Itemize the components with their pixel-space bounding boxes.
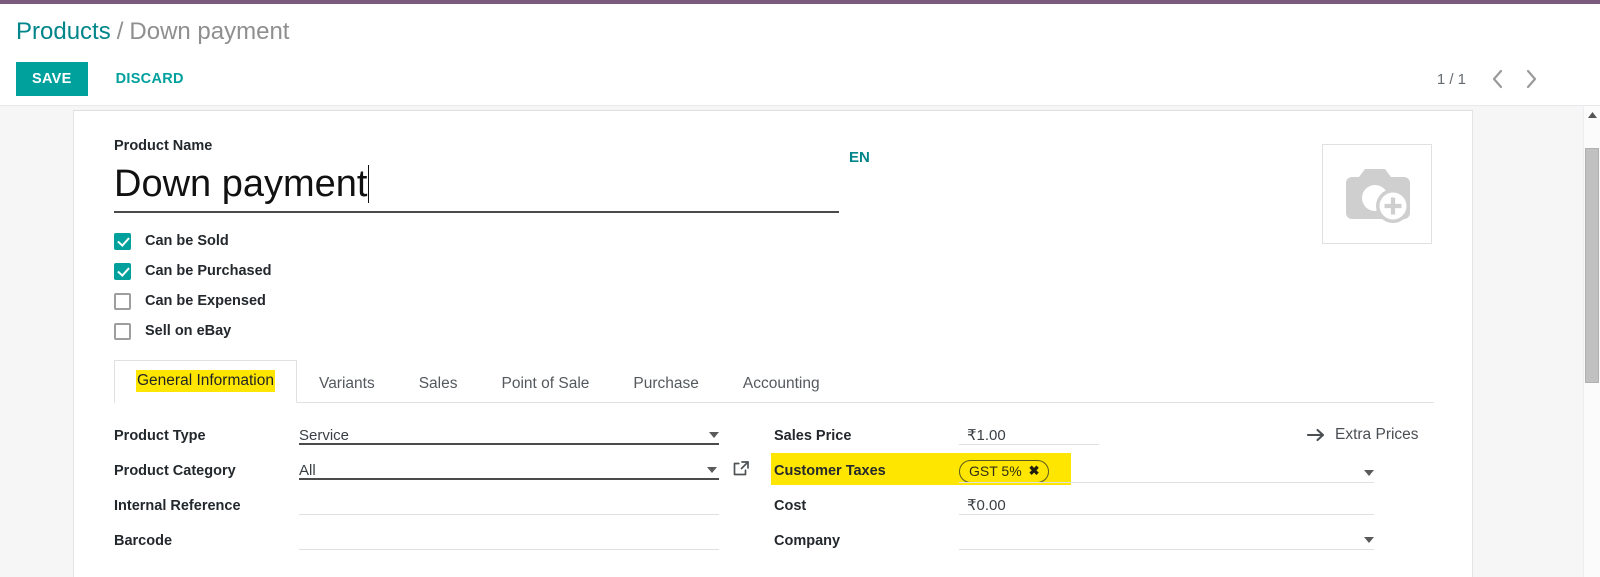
breadcrumb-root-link[interactable]: Products [16, 18, 111, 45]
field-row-company: Company [774, 526, 1434, 561]
external-link-icon[interactable] [733, 460, 750, 477]
field-label-company: Company [774, 533, 841, 549]
checkbox-label-can-be-expensed: Can be Expensed [145, 293, 266, 309]
checkbox-sell-on-ebay[interactable] [114, 322, 131, 340]
tab-accounting[interactable]: Accounting [721, 365, 842, 403]
text-caret [368, 165, 370, 203]
chevron-down-icon-product-type[interactable] [709, 432, 719, 438]
field-row-customer-taxes: Customer Taxes GST 5% ✖ [771, 453, 1434, 491]
close-icon[interactable]: ✖ [1029, 462, 1040, 480]
form-column-right: Sales Price ₹1.00 Extra Prices Customer … [771, 421, 1434, 561]
checkbox-row-can-be-expensed[interactable]: Can be Expensed [114, 286, 1432, 316]
checkbox-can-be-purchased[interactable] [114, 262, 131, 280]
tab-general-information[interactable]: General Information [114, 360, 297, 403]
record-pager: 1 / 1 [1437, 64, 1546, 94]
save-button[interactable]: SAVE [16, 62, 88, 96]
chevron-left-icon[interactable] [1482, 64, 1512, 94]
tag-label-gst-5: GST 5% [969, 463, 1022, 479]
field-value-sales-price[interactable]: ₹1.00 Extra Prices [959, 421, 1434, 447]
discard-button[interactable]: DISCARD [102, 62, 198, 96]
field-label-product-type: Product Type [114, 428, 206, 444]
field-value-cost[interactable]: ₹0.00 [959, 491, 1434, 517]
checkbox-label-can-be-purchased: Can be Purchased [145, 263, 272, 279]
product-name-input[interactable]: Down payment [114, 161, 839, 213]
general-information-panel: Product Type Service Product Category Al… [114, 421, 1434, 561]
form-column-left: Product Type Service Product Category Al… [114, 421, 774, 561]
tab-label-sales: Sales [418, 375, 458, 392]
field-row-sales-price: Sales Price ₹1.00 Extra Prices [774, 421, 1434, 456]
field-underline-internal-reference [299, 514, 719, 515]
tab-sales[interactable]: Sales [397, 365, 480, 403]
form-sheet-background: Product Name Down payment EN Can be Sold… [0, 106, 1600, 577]
chevron-down-icon-customer-taxes[interactable] [1364, 470, 1374, 476]
field-row-barcode: Barcode [114, 526, 774, 561]
field-row-internal-reference: Internal Reference [114, 491, 774, 526]
checkbox-label-sell-on-ebay: Sell on eBay [145, 323, 232, 339]
chevron-down-icon-company[interactable] [1364, 537, 1374, 543]
field-row-product-type: Product Type Service [114, 421, 774, 456]
field-value-product-type[interactable]: Service [299, 421, 774, 447]
field-row-product-category: Product Category All [114, 456, 774, 491]
field-underline-barcode [299, 549, 719, 550]
camera-add-icon [1338, 161, 1416, 227]
breadcrumb-separator: / [116, 18, 124, 45]
field-underline-sales-price [959, 444, 1099, 445]
field-underline-customer-taxes [959, 482, 1374, 483]
checkbox-can-be-sold[interactable] [114, 232, 131, 250]
checkbox-row-can-be-purchased[interactable]: Can be Purchased [114, 256, 1432, 286]
product-flags-group: Can be Sold Can be Purchased Can be Expe… [114, 226, 1432, 346]
checkbox-row-sell-on-ebay[interactable]: Sell on eBay [114, 316, 1432, 346]
extra-prices-button[interactable]: Extra Prices [1307, 424, 1419, 446]
arrow-right-icon [1307, 427, 1326, 443]
field-underline-company [959, 549, 1374, 550]
field-value-company[interactable] [959, 526, 1434, 552]
vertical-scrollbar[interactable] [1583, 106, 1600, 577]
field-label-barcode: Barcode [114, 533, 173, 549]
tab-label-accounting: Accounting [742, 375, 820, 392]
chevron-right-icon[interactable] [1516, 64, 1546, 94]
pager-count: 1 / 1 [1436, 70, 1466, 88]
product-image-upload[interactable] [1322, 144, 1432, 244]
field-value-barcode[interactable] [299, 526, 774, 552]
form-sheet: Product Name Down payment EN Can be Sold… [73, 110, 1473, 577]
language-badge[interactable]: EN [849, 149, 870, 166]
odoo-product-form-page: Products / Down payment SAVE DISCARD 1 / 1 [0, 0, 1600, 577]
field-value-customer-taxes[interactable]: GST 5% ✖ [959, 456, 1434, 483]
extra-prices-label: Extra Prices [1335, 426, 1419, 443]
product-name-label: Product Name [114, 138, 213, 154]
checkbox-row-can-be-sold[interactable]: Can be Sold [114, 226, 1432, 256]
tab-point-of-sale[interactable]: Point of Sale [480, 365, 612, 403]
field-label-customer-taxes: Customer Taxes [774, 463, 886, 479]
checkbox-can-be-expensed[interactable] [114, 292, 131, 310]
breadcrumb-current: Down payment [129, 18, 290, 45]
tab-label-general-information: General Information [136, 370, 275, 392]
tab-label-purchase: Purchase [633, 375, 699, 392]
field-underline-cost [959, 514, 1374, 515]
product-name-value: Down payment [114, 163, 368, 205]
field-label-cost: Cost [774, 498, 807, 514]
tab-purchase[interactable]: Purchase [611, 365, 720, 403]
checkbox-label-can-be-sold: Can be Sold [145, 233, 229, 249]
scrollbar-thumb[interactable] [1585, 148, 1599, 383]
field-label-product-category: Product Category [114, 463, 236, 479]
field-label-internal-reference: Internal Reference [114, 498, 241, 514]
tab-label-variants: Variants [319, 375, 375, 392]
form-action-buttons: SAVE DISCARD [16, 62, 198, 96]
tab-variants[interactable]: Variants [297, 365, 397, 403]
control-panel: Products / Down payment SAVE DISCARD 1 / 1 [0, 4, 1600, 106]
product-name-group: Product Name Down payment EN [114, 137, 884, 213]
notebook-tabs: General Information Variants Sales Point… [114, 360, 1434, 403]
field-value-product-category[interactable]: All [299, 456, 774, 482]
field-value-internal-reference[interactable] [299, 491, 774, 517]
field-row-cost: Cost ₹0.00 [774, 491, 1434, 526]
breadcrumb: Products / Down payment [16, 16, 289, 48]
tag-gst-5[interactable]: GST 5% ✖ [959, 460, 1049, 483]
tab-label-point-of-sale: Point of Sale [501, 375, 590, 392]
field-underline-product-type [299, 443, 719, 445]
field-label-sales-price: Sales Price [774, 428, 852, 444]
field-underline-product-category [299, 478, 719, 480]
caret-up-icon[interactable] [1584, 106, 1600, 123]
chevron-down-icon-product-category[interactable] [707, 467, 717, 473]
